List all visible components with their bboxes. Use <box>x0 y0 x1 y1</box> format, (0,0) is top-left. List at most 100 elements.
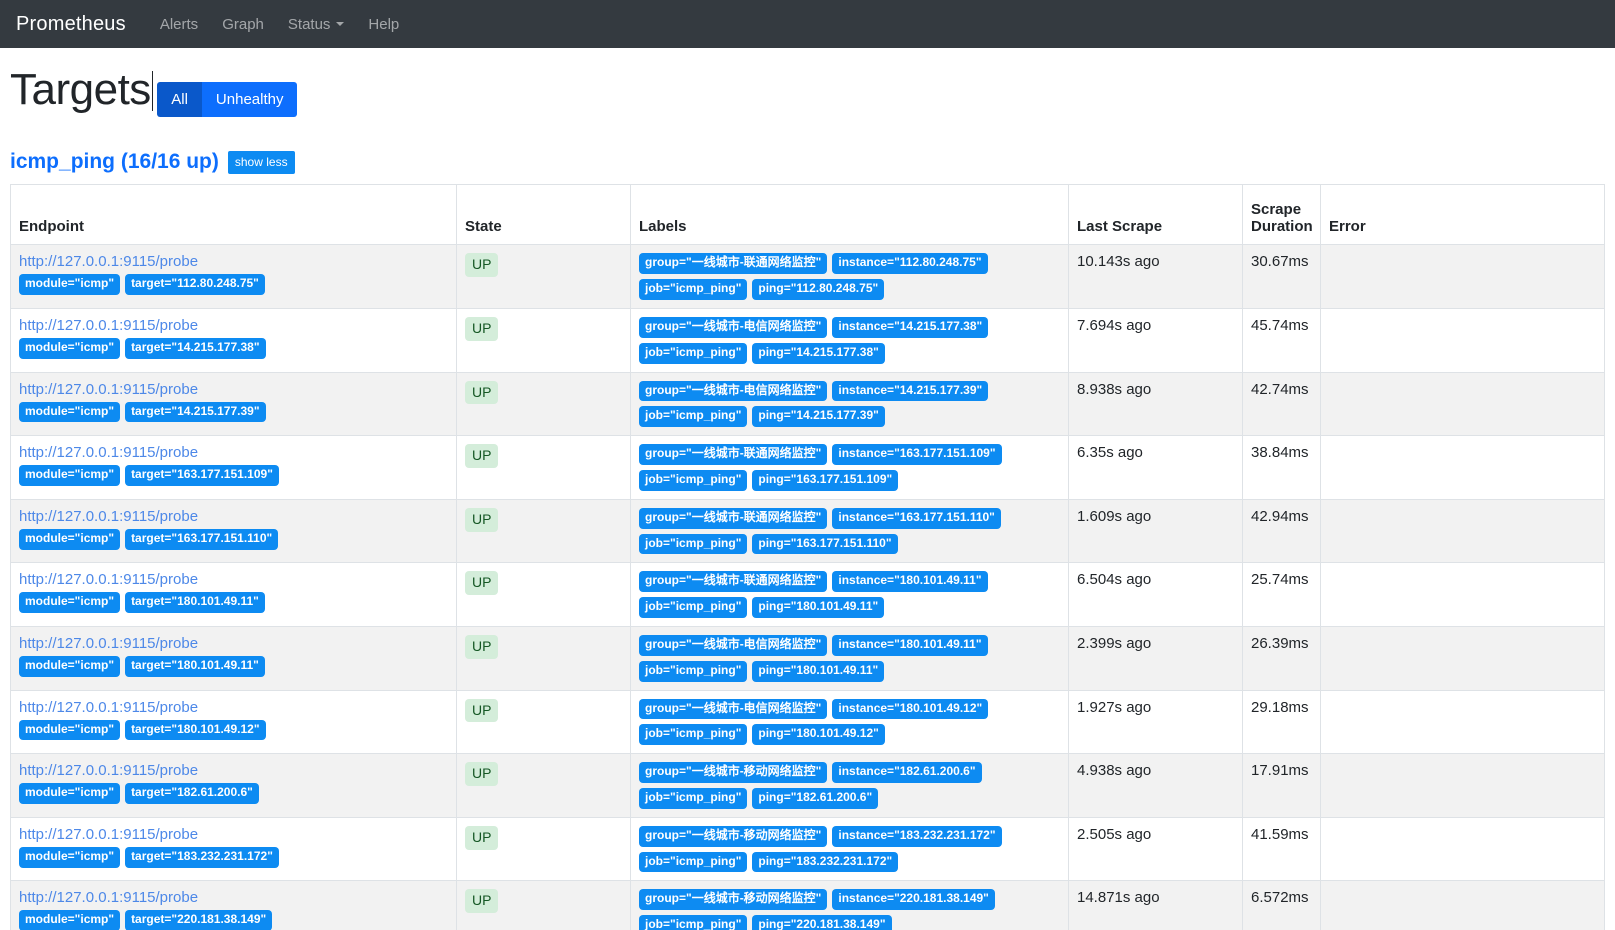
cell-labels: group="一线城市-电信网络监控" instance="14.215.177.… <box>630 307 1069 373</box>
cell-scrape-duration: 45.74ms <box>1242 307 1321 373</box>
labels-row-2: job="icmp_ping" ping="182.61.200.6" <box>639 787 1060 809</box>
label-badge: group="一线城市-电信网络监控" <box>639 380 828 402</box>
last-scrape-text: 7.694s ago <box>1077 316 1152 334</box>
filter-unhealthy-button[interactable]: Unhealthy <box>201 82 298 117</box>
endpoint-link[interactable]: http://127.0.0.1:9115/probe <box>19 571 448 588</box>
label-badge: ping="163.177.151.109" <box>752 469 899 491</box>
label-badge: module="icmp" <box>19 274 121 296</box>
label-badge: job="icmp_ping" <box>639 660 748 682</box>
cell-scrape-duration: 41.59ms <box>1242 816 1321 882</box>
endpoint-link[interactable]: http://127.0.0.1:9115/probe <box>19 699 448 716</box>
cell-endpoint: http://127.0.0.1:9115/probe module="icmp"… <box>10 689 457 755</box>
label-badge: group="一线城市-移动网络监控" <box>639 762 828 783</box>
label-badge: module="icmp" <box>19 401 121 423</box>
label-badge: target="182.61.200.6" <box>125 783 259 804</box>
cell-state: UP <box>456 498 631 564</box>
label-badge: module="icmp" <box>19 846 121 868</box>
label-badge: module="icmp" <box>19 655 121 677</box>
job-header: icmp_ping (16/16 up) show less <box>10 150 1605 175</box>
label-badge: job="icmp_ping" <box>639 597 748 618</box>
table-row: http://127.0.0.1:9115/probe module="icmp"… <box>10 371 1605 437</box>
endpoint-label-badges: module="icmp" target="163.177.151.109" <box>19 465 448 486</box>
endpoint-link[interactable]: http://127.0.0.1:9115/probe <box>19 508 448 525</box>
label-badge: job="icmp_ping" <box>639 469 748 491</box>
col-header-error: Error <box>1320 184 1605 246</box>
nav-link-status-label: Status <box>287 15 331 33</box>
label-badge: target="180.101.49.12" <box>125 719 266 741</box>
endpoint-label-badges: module="icmp" target="183.232.231.172" <box>19 846 448 868</box>
label-badge: job="icmp_ping" <box>639 279 748 300</box>
last-scrape-text: 2.505s ago <box>1077 825 1152 843</box>
page-title-text: Targets <box>10 65 151 114</box>
labels-row-2: job="icmp_ping" ping="183.232.231.172" <box>639 851 1060 873</box>
cell-state: UP <box>456 371 631 437</box>
nav-link-graph[interactable]: Graph <box>210 8 276 41</box>
endpoint-link[interactable]: http://127.0.0.1:9115/probe <box>19 381 448 398</box>
status-badge: UP <box>465 762 499 786</box>
endpoint-link[interactable]: http://127.0.0.1:9115/probe <box>19 826 448 843</box>
label-badge: ping="180.101.49.11" <box>752 597 885 618</box>
scrape-duration-text: 25.74ms <box>1251 571 1309 589</box>
cell-last-scrape: 2.505s ago <box>1068 816 1243 882</box>
labels-row-2: job="icmp_ping" ping="163.177.151.110" <box>639 533 1060 555</box>
cell-last-scrape: 7.694s ago <box>1068 307 1243 373</box>
scrape-duration-text: 26.39ms <box>1251 634 1309 652</box>
endpoint-link[interactable]: http://127.0.0.1:9115/probe <box>19 253 448 270</box>
label-badge: ping="183.232.231.172" <box>752 851 899 873</box>
cell-error <box>1320 244 1605 309</box>
endpoint-link[interactable]: http://127.0.0.1:9115/probe <box>19 635 448 652</box>
nav-link-status[interactable]: Status <box>276 8 357 41</box>
filter-all-button[interactable]: All <box>157 82 202 117</box>
last-scrape-text: 10.143s ago <box>1077 253 1160 271</box>
last-scrape-text: 1.609s ago <box>1077 507 1152 525</box>
endpoint-link[interactable]: http://127.0.0.1:9115/probe <box>19 317 448 334</box>
cell-labels: group="一线城市-联通网络监控" instance="163.177.151… <box>630 435 1069 500</box>
label-badge: target="163.177.151.110" <box>125 528 279 550</box>
table-row: http://127.0.0.1:9115/probe module="icmp"… <box>10 625 1605 691</box>
cell-labels: group="一线城市-移动网络监控" instance="183.232.231… <box>630 816 1069 882</box>
last-scrape-text: 1.927s ago <box>1077 698 1152 716</box>
status-badge: UP <box>465 253 499 278</box>
labels-row-2: job="icmp_ping" ping="112.80.248.75" <box>639 279 1060 300</box>
endpoint-link[interactable]: http://127.0.0.1:9115/probe <box>19 762 448 779</box>
endpoint-link[interactable]: http://127.0.0.1:9115/probe <box>19 889 448 906</box>
label-badge: ping="220.181.38.149" <box>752 915 892 930</box>
table-row: http://127.0.0.1:9115/probe module="icmp"… <box>10 816 1605 882</box>
label-badge: instance="180.101.49.12" <box>832 698 989 720</box>
job-title-icmp-ping[interactable]: icmp_ping (16/16 up) <box>10 150 219 174</box>
top-navbar: Prometheus Alerts Graph Status Help <box>0 0 1615 48</box>
label-badge: group="一线城市-电信网络监控" <box>639 698 828 720</box>
endpoint-link[interactable]: http://127.0.0.1:9115/probe <box>19 444 448 461</box>
labels-row-1: group="一线城市-电信网络监控" instance="180.101.49.… <box>639 634 1060 656</box>
endpoint-label-badges: module="icmp" target="180.101.49.11" <box>19 592 448 614</box>
cell-state: UP <box>456 307 631 373</box>
status-badge: UP <box>465 444 499 468</box>
label-badge: target="180.101.49.11" <box>125 655 265 677</box>
endpoint-label-badges: module="icmp" target="180.101.49.12" <box>19 719 448 741</box>
label-badge: target="163.177.151.109" <box>125 465 279 486</box>
labels-row-2: job="icmp_ping" ping="163.177.151.109" <box>639 469 1060 491</box>
cell-scrape-duration: 6.572ms <box>1242 880 1321 930</box>
cell-error <box>1320 435 1605 500</box>
cell-endpoint: http://127.0.0.1:9115/probe module="icmp"… <box>10 371 457 437</box>
label-badge: target="112.80.248.75" <box>125 274 265 296</box>
col-header-scrape-duration: Scrape Duration <box>1242 184 1321 246</box>
label-badge: module="icmp" <box>19 592 121 614</box>
table-head: Endpoint State Labels Last Scrape Scrape… <box>10 184 1605 246</box>
nav-link-help[interactable]: Help <box>356 8 411 41</box>
scrape-duration-text: 41.59ms <box>1251 825 1309 843</box>
endpoint-label-badges: module="icmp" target="182.61.200.6" <box>19 783 448 804</box>
label-badge: group="一线城市-联通网络监控" <box>639 253 828 275</box>
col-header-endpoint: Endpoint <box>10 184 457 246</box>
cell-scrape-duration: 38.84ms <box>1242 435 1321 500</box>
show-less-button[interactable]: show less <box>227 150 295 175</box>
last-scrape-text: 6.35s ago <box>1077 444 1143 462</box>
label-badge: target="180.101.49.11" <box>125 592 265 614</box>
status-badge: UP <box>465 634 499 659</box>
cell-state: UP <box>456 689 631 755</box>
nav-link-alerts[interactable]: Alerts <box>148 8 210 41</box>
brand-prometheus[interactable]: Prometheus <box>16 13 126 36</box>
cell-state: UP <box>456 435 631 500</box>
cell-error <box>1320 816 1605 882</box>
cell-last-scrape: 8.938s ago <box>1068 371 1243 437</box>
